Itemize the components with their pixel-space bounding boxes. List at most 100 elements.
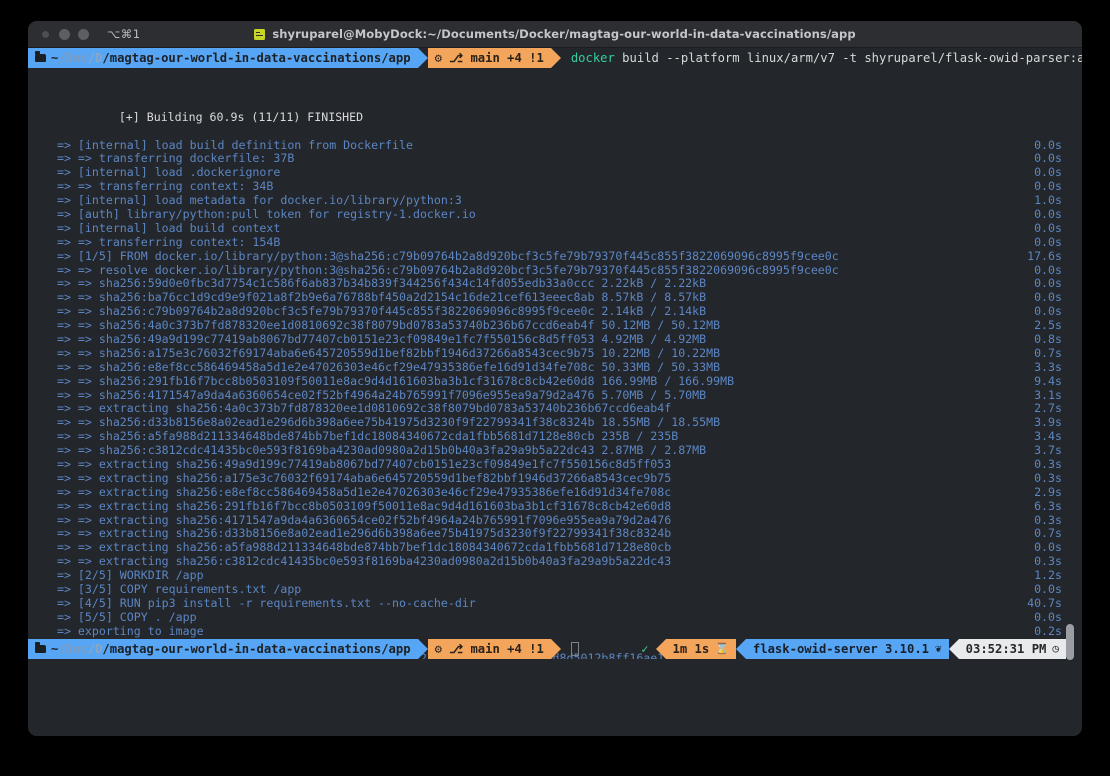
build-log-row: => => resolve docker.io/library/python:3…	[28, 264, 1082, 278]
build-log-row: => [3/5] COPY requirements.txt /app 0.0s	[28, 583, 1082, 597]
build-log-row-duration: 0.0s	[1034, 208, 1062, 222]
build-log-row-duration: 2.5s	[1034, 319, 1062, 333]
build-log-row-text: => => extracting sha256:c3812cdc41435bc0…	[50, 554, 671, 568]
build-log-row-text: => => sha256:a5fa988d211334648bde874bb7b…	[50, 429, 678, 443]
build-log-row-text: => [internal] load build definition from…	[50, 138, 413, 152]
build-log-row-text: => [4/5] RUN pip3 install -r requirement…	[50, 596, 476, 610]
build-log-row-text: => [2/5] WORKDIR /app	[50, 568, 204, 582]
build-log-row: => => extracting sha256:291fb16f7bcc8b05…	[28, 500, 1082, 514]
build-log-row-text: => => extracting sha256:e8ef8cc586469458…	[50, 485, 671, 499]
build-log: [+] Building 60.9s (11/11) FINISHED => […	[28, 68, 1082, 708]
folder-icon	[35, 54, 46, 62]
build-log-row-text: => => sha256:49a9d199c77419ab8067bd77407…	[50, 332, 706, 346]
command-line: docker build --platform linux/arm/v7 -t …	[561, 48, 1082, 68]
build-log-row-duration: 0.0s	[1034, 291, 1062, 305]
build-log-row-text: => => sha256:4171547a9da4a6360654ce02f52…	[50, 388, 706, 402]
build-log-row-text: => => extracting sha256:4a0c373b7fd87832…	[50, 401, 671, 415]
build-log-row-text: => => sha256:ba76cc1d9cd9e9f021a8f2b9e6a…	[50, 290, 706, 304]
build-log-row-duration: 0.8s	[1034, 333, 1062, 347]
folder-icon	[35, 645, 46, 653]
window-controls[interactable]	[40, 29, 89, 40]
build-log-row: => => extracting sha256:4a0c373b7fd87832…	[28, 402, 1082, 416]
build-log-row: => [auth] library/python:pull token for …	[28, 208, 1082, 222]
build-log-row-text: => [5/5] COPY . /app	[50, 610, 197, 624]
build-log-row-text: => [auth] library/python:pull token for …	[50, 207, 476, 221]
window-title: shyruparel@MobyDock:~/Documents/Docker/m…	[272, 27, 855, 41]
build-log-row-text: => => sha256:59d0e0fbc3d7754c1c586f6ab83…	[50, 276, 706, 290]
close-button[interactable]	[40, 29, 51, 40]
bottom-path-rest: /magtag-our-world-in-data-vaccinations/a…	[102, 639, 410, 659]
build-log-row-text: => => resolve docker.io/library/python:3…	[50, 263, 839, 277]
build-log-row: => => sha256:4a0c373b7fd878320ee1d081069…	[28, 319, 1082, 333]
build-log-row-duration: 9.4s	[1034, 375, 1062, 389]
build-log-row-duration: 0.7s	[1034, 347, 1062, 361]
build-log-row-duration: 6.3s	[1034, 500, 1062, 514]
build-log-row: => [4/5] RUN pip3 install -r requirement…	[28, 597, 1082, 611]
prompt-git-branch: main +4 !1	[470, 48, 543, 68]
build-log-row-text: => [internal] load .dockerignore	[50, 165, 280, 179]
build-log-row: => => sha256:c79b09764b2a8d920bcf3c5fe79…	[28, 305, 1082, 319]
build-log-row-duration: 0.0s	[1034, 264, 1062, 278]
build-log-row: => => sha256:59d0e0fbc3d7754c1c586f6ab83…	[28, 277, 1082, 291]
build-log-row-duration: 0.0s	[1034, 222, 1062, 236]
text-cursor[interactable]	[571, 642, 579, 656]
build-log-row-duration: 0.0s	[1034, 541, 1062, 555]
build-log-row: => => extracting sha256:49a9d199c77419ab…	[28, 458, 1082, 472]
python-icon: ❦	[935, 639, 942, 659]
build-log-row-duration: 0.0s	[1034, 139, 1062, 153]
build-log-row-duration: 0.7s	[1034, 527, 1062, 541]
screen: ⌥⌘1 shyruparel@MobyDock:~/Documents/Dock…	[0, 0, 1110, 776]
prompt-path-rest: /magtag-our-world-in-data-vaccinations/a…	[102, 48, 410, 68]
terminal-window: ⌥⌘1 shyruparel@MobyDock:~/Documents/Dock…	[28, 21, 1082, 736]
build-log-row-text: => => transferring dockerfile: 37B	[50, 151, 294, 165]
build-log-row-duration: 0.3s	[1034, 514, 1062, 528]
build-log-row: => => sha256:291fb16f7bcc8b0503109f50011…	[28, 375, 1082, 389]
build-log-row: => => sha256:c3812cdc41435bc0e593f8169ba…	[28, 444, 1082, 458]
build-log-row-text: => [1/5] FROM docker.io/library/python:3…	[50, 249, 839, 263]
build-log-row-duration: 2.7s	[1034, 402, 1062, 416]
scrollbar-track[interactable]	[1067, 48, 1079, 736]
bottom-prompt-path-segment: ~/Doc/D/magtag-our-world-in-data-vaccina…	[28, 639, 418, 659]
build-log-row-duration: 40.7s	[1027, 597, 1062, 611]
bottom-path-dim2: /D	[88, 639, 103, 659]
build-log-row: => exporting to image0.2s	[28, 625, 1082, 639]
status-segments: ✓ 1m 1s⌛ flask-owid-server 3.10.1❦ 03:52…	[641, 639, 1066, 659]
build-log-row: => => sha256:ba76cc1d9cd9e9f021a8f2b9e6a…	[28, 291, 1082, 305]
prompt-path-dim2: /D	[88, 48, 103, 68]
build-log-row: => => extracting sha256:4171547a9da4a636…	[28, 514, 1082, 528]
prompt-git-segment: ⚙ ⎇ main +4 !1	[428, 48, 551, 68]
build-log-row: => => sha256:d33b8156e8a02ead1e296d6b398…	[28, 416, 1082, 430]
prompt-path-segment: ~/Doc/D/magtag-our-world-in-data-vaccina…	[28, 48, 418, 68]
build-log-row-text: => exporting to image	[50, 624, 204, 638]
build-log-row-duration: 0.0s	[1034, 583, 1062, 597]
build-log-row-duration: 1.2s	[1034, 569, 1062, 583]
build-log-row: => [2/5] WORKDIR /app 1.2s	[28, 569, 1082, 583]
build-log-row-text: => => transferring context: 154B	[50, 235, 280, 249]
build-log-row-duration: 0.0s	[1034, 305, 1062, 319]
terminal-empty-area[interactable]	[28, 659, 1082, 736]
git-branch-icon: ⚙	[435, 48, 442, 68]
bottom-prompt-git-branch: main +4 !1	[470, 639, 543, 659]
virtualenv-segment: flask-owid-server 3.10.1❦	[746, 639, 949, 659]
build-log-row-duration: 3.3s	[1034, 361, 1062, 375]
build-log-row-text: => => extracting sha256:a5fa988d21133464…	[50, 540, 671, 554]
status-ok-icon: ✓	[641, 639, 655, 659]
build-log-row: => => sha256:e8ef8cc586469458a5d1e2e4702…	[28, 361, 1082, 375]
build-log-row-duration: 0.0s	[1034, 277, 1062, 291]
build-log-row-duration: 17.6s	[1027, 250, 1062, 264]
branch-glyph-icon: ⎇	[449, 48, 463, 68]
build-log-row-text: => [3/5] COPY requirements.txt /app	[50, 582, 301, 596]
bottom-path-home: ~	[51, 639, 58, 659]
status-separator-2	[736, 639, 746, 659]
build-log-row-text: => => extracting sha256:d33b8156e8a02ead…	[50, 526, 671, 540]
terminal-body[interactable]: ~/Doc/D/magtag-our-world-in-data-vaccina…	[28, 48, 1082, 736]
prompt-path-home: ~	[51, 48, 58, 68]
build-log-row: => => extracting sha256:e8ef8cc586469458…	[28, 486, 1082, 500]
minimize-button[interactable]	[59, 29, 70, 40]
build-log-row-text: => => sha256:a175e3c76032f69174aba6e6457…	[50, 346, 720, 360]
scrollbar-thumb[interactable]	[1066, 624, 1074, 660]
build-log-row: => [internal] load build definition from…	[28, 139, 1082, 153]
prompt-line-bottom: ~/Doc/D/magtag-our-world-in-data-vaccina…	[28, 639, 1082, 659]
build-log-row: => [5/5] COPY . /app0.0s	[28, 611, 1082, 625]
maximize-button[interactable]	[78, 29, 89, 40]
